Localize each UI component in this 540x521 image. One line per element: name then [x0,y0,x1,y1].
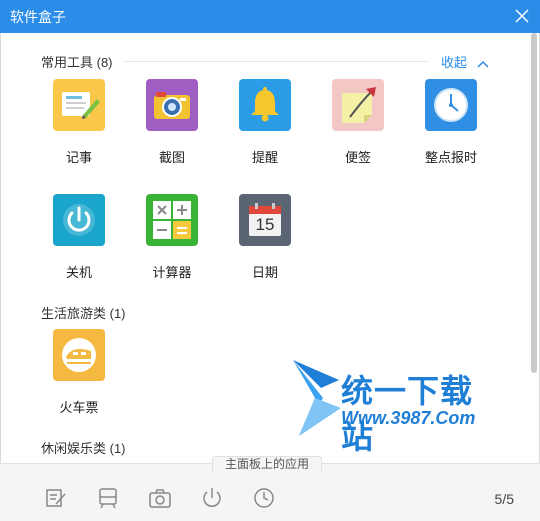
clock-icon[interactable] [252,486,276,510]
tool-date[interactable]: 15 日期 [219,194,311,281]
calendar-icon: 15 [239,194,291,246]
tool-reminder[interactable]: 提醒 [219,79,311,166]
tool-train[interactable]: 火车票 [33,329,125,416]
camera-icon [146,79,198,131]
tool-label: 提醒 [251,150,278,165]
page-indicator: 5/5 [494,491,514,507]
clock-icon [425,79,477,131]
collapse-label: 收起 [441,55,468,70]
power-icon [53,194,105,246]
bottom-bar-label: 主面板上的应用 [212,456,323,472]
calculator-icon [146,194,198,246]
tool-label: 便签 [344,150,371,165]
section-divider [123,61,429,62]
notes-icon [53,79,105,131]
close-icon[interactable] [512,6,532,26]
section-title-common: 常用工具 (8) [41,55,113,70]
section-title-leisure: 休闲娱乐类 (1) [41,441,126,456]
tool-shutdown[interactable]: 关机 [33,194,125,281]
power-icon[interactable] [200,486,224,510]
tool-label: 火车票 [59,400,99,415]
title-bar: 软件盒子 [0,0,540,33]
tool-label: 计算器 [152,265,192,280]
tool-label: 记事 [65,150,92,165]
notes-icon[interactable] [44,486,68,510]
bottom-bar: 主面板上的应用 5/5 [0,456,540,521]
tool-label: 整点报时 [424,150,477,165]
collapse-button[interactable]: 收起 [441,52,489,71]
train-icon[interactable] [96,486,120,510]
content-area: 常用工具 (8) 收起 记事 截图 提醒 便签 整点报时 关机 计算器 15 日… [0,33,540,463]
train-icon [53,329,105,381]
camera-icon[interactable] [148,486,172,510]
tool-calculator[interactable]: 计算器 [126,194,218,281]
watermark-url: Www.3987.Com [341,408,476,428]
tool-screenshot[interactable]: 截图 [126,79,218,166]
tool-label: 截图 [158,150,185,165]
tool-label: 关机 [65,265,92,280]
watermark-logo: 统一下载站 Www.3987.Com [291,358,491,458]
calendar-day: 15 [255,215,275,234]
tool-sticky[interactable]: 便签 [312,79,404,166]
tool-label: 日期 [251,265,278,280]
chevron-up-icon [477,60,489,68]
tool-hourly[interactable]: 整点报时 [405,79,497,166]
bell-icon [239,79,291,131]
sticky-note-icon [332,79,384,131]
scrollbar[interactable] [531,33,537,373]
section-title-travel: 生活旅游类 (1) [41,306,126,321]
window-title: 软件盒子 [10,9,66,25]
tool-notes[interactable]: 记事 [33,79,125,166]
